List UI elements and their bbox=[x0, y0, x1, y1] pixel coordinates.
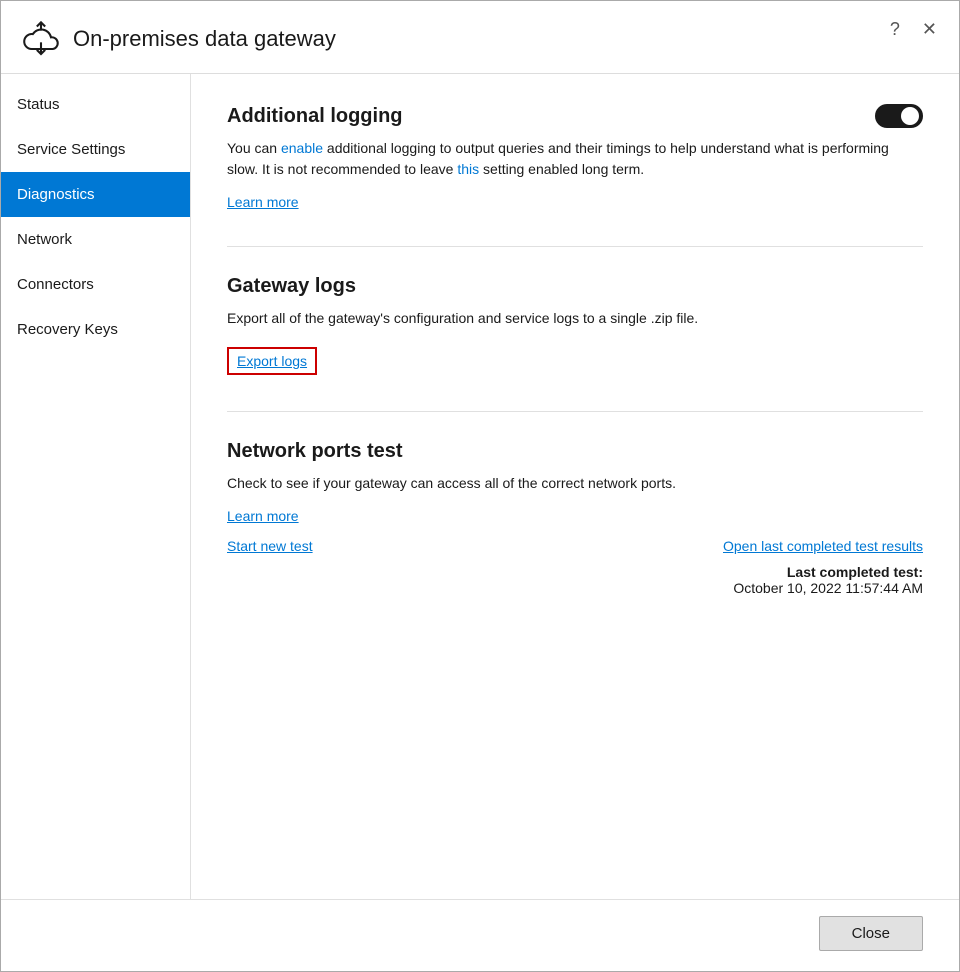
export-logs-link[interactable]: Export logs bbox=[237, 353, 307, 369]
network-ports-title: Network ports test bbox=[227, 440, 403, 463]
gateway-logs-desc: Export all of the gateway's configuratio… bbox=[227, 308, 923, 329]
start-new-test-link[interactable]: Start new test bbox=[227, 538, 313, 554]
additional-logging-desc: You can enable additional logging to out… bbox=[227, 138, 923, 180]
title-bar: On-premises data gateway ? ✕ bbox=[1, 1, 959, 74]
export-logs-highlight-box: Export logs bbox=[227, 347, 317, 375]
close-window-button[interactable]: ✕ bbox=[916, 17, 943, 42]
network-ports-header: Network ports test bbox=[227, 440, 923, 463]
network-test-actions: Start new test Open last completed test … bbox=[227, 534, 923, 554]
sidebar-item-recovery-keys[interactable]: Recovery Keys bbox=[1, 307, 190, 352]
additional-logging-header: Additional logging bbox=[227, 104, 923, 128]
gateway-logs-title: Gateway logs bbox=[227, 275, 356, 298]
content-area: Additional logging You can enable additi… bbox=[191, 74, 959, 899]
sidebar-item-network[interactable]: Network bbox=[1, 217, 190, 262]
window-controls: ? ✕ bbox=[884, 17, 943, 42]
footer: Close bbox=[1, 899, 959, 971]
open-last-results-link[interactable]: Open last completed test results bbox=[723, 538, 923, 554]
toggle-thumb bbox=[901, 107, 919, 125]
gateway-logs-section: Gateway logs Export all of the gateway's… bbox=[227, 275, 923, 375]
sidebar-item-connectors[interactable]: Connectors bbox=[1, 262, 190, 307]
gateway-logs-header: Gateway logs bbox=[227, 275, 923, 298]
sidebar-item-status[interactable]: Status bbox=[1, 82, 190, 127]
additional-logging-title: Additional logging bbox=[227, 105, 403, 128]
sidebar-item-service-settings[interactable]: Service Settings bbox=[1, 127, 190, 172]
main-window: On-premises data gateway ? ✕ Status Serv… bbox=[0, 0, 960, 972]
last-completed-date: October 10, 2022 11:57:44 AM bbox=[733, 580, 923, 596]
toggle-track bbox=[875, 104, 923, 128]
last-completed-info: Last completed test: October 10, 2022 11… bbox=[227, 564, 923, 596]
additional-logging-learn-more[interactable]: Learn more bbox=[227, 194, 299, 210]
additional-logging-section: Additional logging You can enable additi… bbox=[227, 104, 923, 210]
gateway-icon bbox=[21, 19, 61, 59]
app-title: On-premises data gateway bbox=[73, 26, 336, 52]
main-layout: Status Service Settings Diagnostics Netw… bbox=[1, 74, 959, 899]
sidebar: Status Service Settings Diagnostics Netw… bbox=[1, 74, 191, 899]
network-ports-learn-more[interactable]: Learn more bbox=[227, 508, 299, 524]
highlight-this: this bbox=[457, 161, 479, 177]
network-ports-section: Network ports test Check to see if your … bbox=[227, 440, 923, 596]
divider-2 bbox=[227, 411, 923, 412]
divider-1 bbox=[227, 246, 923, 247]
sidebar-item-diagnostics[interactable]: Diagnostics bbox=[1, 172, 190, 217]
additional-logging-toggle[interactable] bbox=[875, 104, 923, 128]
help-button[interactable]: ? bbox=[884, 17, 906, 42]
highlight-enable: enable bbox=[281, 140, 323, 156]
network-ports-desc: Check to see if your gateway can access … bbox=[227, 473, 923, 494]
close-button[interactable]: Close bbox=[819, 916, 923, 951]
last-completed-label: Last completed test: bbox=[787, 564, 923, 580]
